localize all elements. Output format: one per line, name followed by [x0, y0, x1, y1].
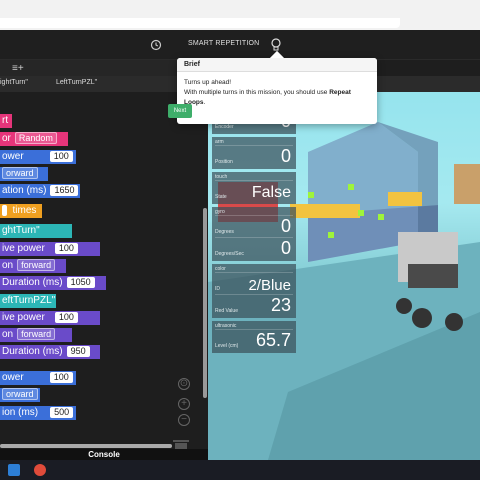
block[interactable]: orward [0, 167, 48, 181]
popover-title: Brief [177, 58, 377, 72]
gyro-sensor: gyro Degrees 0 Degrees/Sec 0 [212, 207, 296, 261]
sensor-label: Level (cm) [215, 343, 239, 349]
sensor-value: 2/Blue [248, 277, 291, 294]
brief-line2: With multiple turns in this mission, you… [184, 88, 374, 108]
block-text: on [2, 260, 14, 271]
tab-right-turn[interactable]: ightTurn" [0, 79, 28, 86]
block-number[interactable]: 100 [54, 311, 78, 323]
popover-body: Turns up ahead! With multiple turns in t… [184, 78, 374, 108]
block[interactable]: times [0, 204, 42, 218]
sensor-panel: rightMotor Encoder0 arm Position0 touch … [212, 102, 296, 356]
block[interactable]: ower 100 [0, 371, 76, 385]
block-text: times [12, 205, 37, 216]
block-text: ation (ms) [2, 185, 47, 196]
chrome-icon[interactable] [34, 464, 46, 476]
block-dropdown[interactable]: orward [2, 388, 38, 401]
block-text: ower [2, 372, 24, 383]
sensor-label: Encoder [215, 124, 234, 130]
block-number[interactable]: 100 [49, 150, 73, 162]
taskbar-app-icon[interactable] [8, 464, 20, 476]
block-number[interactable]: 950 [66, 345, 90, 357]
zoom-out-icon[interactable]: − [178, 414, 190, 426]
sensor-label: State [215, 194, 227, 200]
recenter-icon[interactable]: ⊙ [178, 378, 190, 390]
browser-top-bar [0, 0, 480, 30]
brief-line2-prefix: With multiple turns in this mission, you… [184, 89, 330, 96]
sensor-value: False [251, 184, 291, 201]
add-list-icon[interactable]: ≡+ [12, 63, 24, 74]
block[interactable]: rt [0, 114, 12, 128]
touch-sensor: touch State False [212, 172, 296, 204]
sensor-value: 65.7 [255, 330, 291, 350]
sensor-label: Position [215, 159, 233, 165]
block[interactable]: Duration (ms) 950 [0, 345, 100, 359]
sensor-label: Degrees/Sec [215, 251, 244, 257]
block[interactable]: ghtTurn" [0, 224, 72, 238]
brief-line1: Turns up ahead! [184, 79, 232, 86]
block-text: eftTurnPZL" [2, 295, 56, 306]
block-dropdown[interactable]: Random [14, 132, 57, 145]
block-text: on [2, 329, 14, 340]
block-text: rt [2, 115, 9, 126]
sensor-value: 23 [270, 295, 291, 315]
taskbar [0, 460, 480, 480]
block[interactable]: or Random [0, 132, 68, 146]
block-text: ion (ms) [2, 407, 39, 418]
brief-popover: Brief Turns up ahead! With multiple turn… [177, 50, 377, 124]
block-number[interactable]: 1650 [50, 184, 79, 196]
block-text: ive power [2, 243, 45, 254]
block-text: or [2, 133, 11, 144]
block[interactable]: ation (ms) 1650 [0, 184, 80, 198]
block-number[interactable]: 1050 [66, 276, 95, 288]
sensor-value: 0 [280, 146, 291, 166]
block-number[interactable]: 100 [54, 242, 78, 254]
zoom-in-icon[interactable]: + [178, 398, 190, 410]
block-dropdown[interactable]: forward [17, 328, 56, 341]
history-icon[interactable] [150, 39, 162, 51]
block[interactable]: eftTurnPZL" [0, 294, 56, 308]
tab-left-turn-pzl[interactable]: LeftTurnPZL" [56, 79, 97, 86]
simulator-view[interactable]: rightMotor Encoder0 arm Position0 touch … [208, 92, 480, 460]
sensor-label: Red Value [215, 308, 238, 314]
arm-sensor: arm Position 0 [212, 137, 296, 169]
block[interactable]: ive power 100 [0, 311, 100, 325]
vertical-scrollbar[interactable] [203, 208, 207, 398]
top-bar: SMART REPETITION [0, 30, 480, 60]
block-text: ower [2, 151, 24, 162]
block-text: ghtTurn" [2, 225, 40, 236]
sensor-value: 0 [280, 216, 291, 236]
blocks-workspace[interactable]: rt or Random ower 100 orward ation (ms) 165… [0, 92, 208, 459]
block-dropdown[interactable]: forward [17, 259, 56, 272]
ultrasonic-sensor: ultrasonic Level (cm) 65.7 [212, 321, 296, 353]
block-text: Duration (ms) [2, 277, 63, 288]
color-sensor: color ID 2/Blue Red Value 23 [212, 264, 296, 318]
block[interactable]: on forward [0, 259, 66, 273]
block-dropdown[interactable]: orward [2, 167, 38, 180]
block[interactable]: ion (ms) 500 [0, 406, 76, 420]
block-text: ive power [2, 312, 45, 323]
horizontal-scrollbar[interactable] [0, 444, 172, 448]
console-bar[interactable]: Console [0, 449, 208, 460]
sensor-value: 0 [280, 238, 291, 258]
next-button[interactable]: Next [168, 104, 192, 118]
block-number[interactable]: 500 [50, 406, 74, 418]
mode-label[interactable]: SMART REPETITION [188, 40, 259, 47]
block[interactable]: ive power 100 [0, 242, 100, 256]
block[interactable]: Duration (ms) 1050 [0, 276, 106, 290]
address-bar[interactable] [0, 18, 400, 28]
block-text: Duration (ms) [2, 346, 63, 357]
block[interactable]: on forward [0, 328, 72, 342]
block[interactable]: orward [0, 388, 40, 402]
sensor-label: ID [215, 286, 220, 292]
block-number[interactable]: 100 [49, 371, 73, 383]
block[interactable]: ower 100 [0, 150, 76, 164]
sensor-label: Degrees [215, 229, 234, 235]
brief-line2-suffix: . [203, 99, 206, 106]
